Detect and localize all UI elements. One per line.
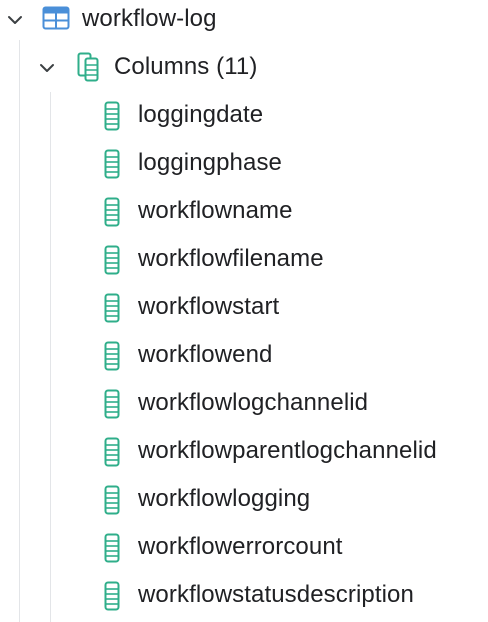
chevron-down-icon[interactable] bbox=[36, 57, 58, 79]
column-item[interactable]: workflowlogging bbox=[0, 480, 488, 520]
column-icon bbox=[104, 485, 120, 515]
column-label: workflowlogchannelid bbox=[138, 389, 369, 416]
column-item[interactable]: workflowstart bbox=[0, 288, 488, 328]
tree-node-label: Columns (11) bbox=[114, 53, 258, 80]
column-item[interactable]: workflowstatusdescription bbox=[0, 576, 488, 616]
column-label: workflowlogging bbox=[138, 485, 311, 512]
column-item[interactable]: workflowerrorcount bbox=[0, 528, 488, 568]
column-item[interactable]: workflowend bbox=[0, 336, 488, 376]
column-icon bbox=[104, 581, 120, 611]
tree-node-label: workflow-log bbox=[82, 5, 217, 32]
column-label: workflowparentlogchannelid bbox=[138, 437, 437, 464]
column-label: workflowend bbox=[138, 341, 273, 368]
column-icon bbox=[104, 437, 120, 467]
column-label: workflowfilename bbox=[138, 245, 324, 272]
column-icon bbox=[104, 149, 120, 179]
schema-tree: workflow-log Columns (11) loggingdate log… bbox=[0, 0, 488, 622]
column-icon bbox=[104, 341, 120, 371]
tree-node-workflow-log[interactable]: workflow-log bbox=[0, 0, 488, 40]
table-icon bbox=[42, 6, 70, 30]
column-icon bbox=[104, 101, 120, 131]
chevron-down-icon[interactable] bbox=[4, 9, 26, 31]
column-item[interactable]: workflowparentlogchannelid bbox=[0, 432, 488, 472]
column-label: workflowerrorcount bbox=[138, 533, 343, 560]
column-icon bbox=[104, 533, 120, 563]
column-item[interactable]: loggingphase bbox=[0, 144, 488, 184]
column-icon bbox=[104, 389, 120, 419]
column-label: loggingphase bbox=[138, 149, 282, 176]
column-label: workflowname bbox=[138, 197, 293, 224]
tree-node-columns[interactable]: Columns (11) bbox=[0, 48, 488, 88]
column-item[interactable]: loggingdate bbox=[0, 96, 488, 136]
column-label: workflowstatusdescription bbox=[138, 581, 414, 608]
column-item[interactable]: workflowname bbox=[0, 192, 488, 232]
column-icon bbox=[104, 197, 120, 227]
column-label: loggingdate bbox=[138, 101, 264, 128]
column-icon bbox=[104, 293, 120, 323]
columns-group-icon bbox=[77, 52, 101, 82]
column-item[interactable]: workflowfilename bbox=[0, 240, 488, 280]
column-icon bbox=[104, 245, 120, 275]
column-label: workflowstart bbox=[138, 293, 280, 320]
column-item[interactable]: workflowlogchannelid bbox=[0, 384, 488, 424]
